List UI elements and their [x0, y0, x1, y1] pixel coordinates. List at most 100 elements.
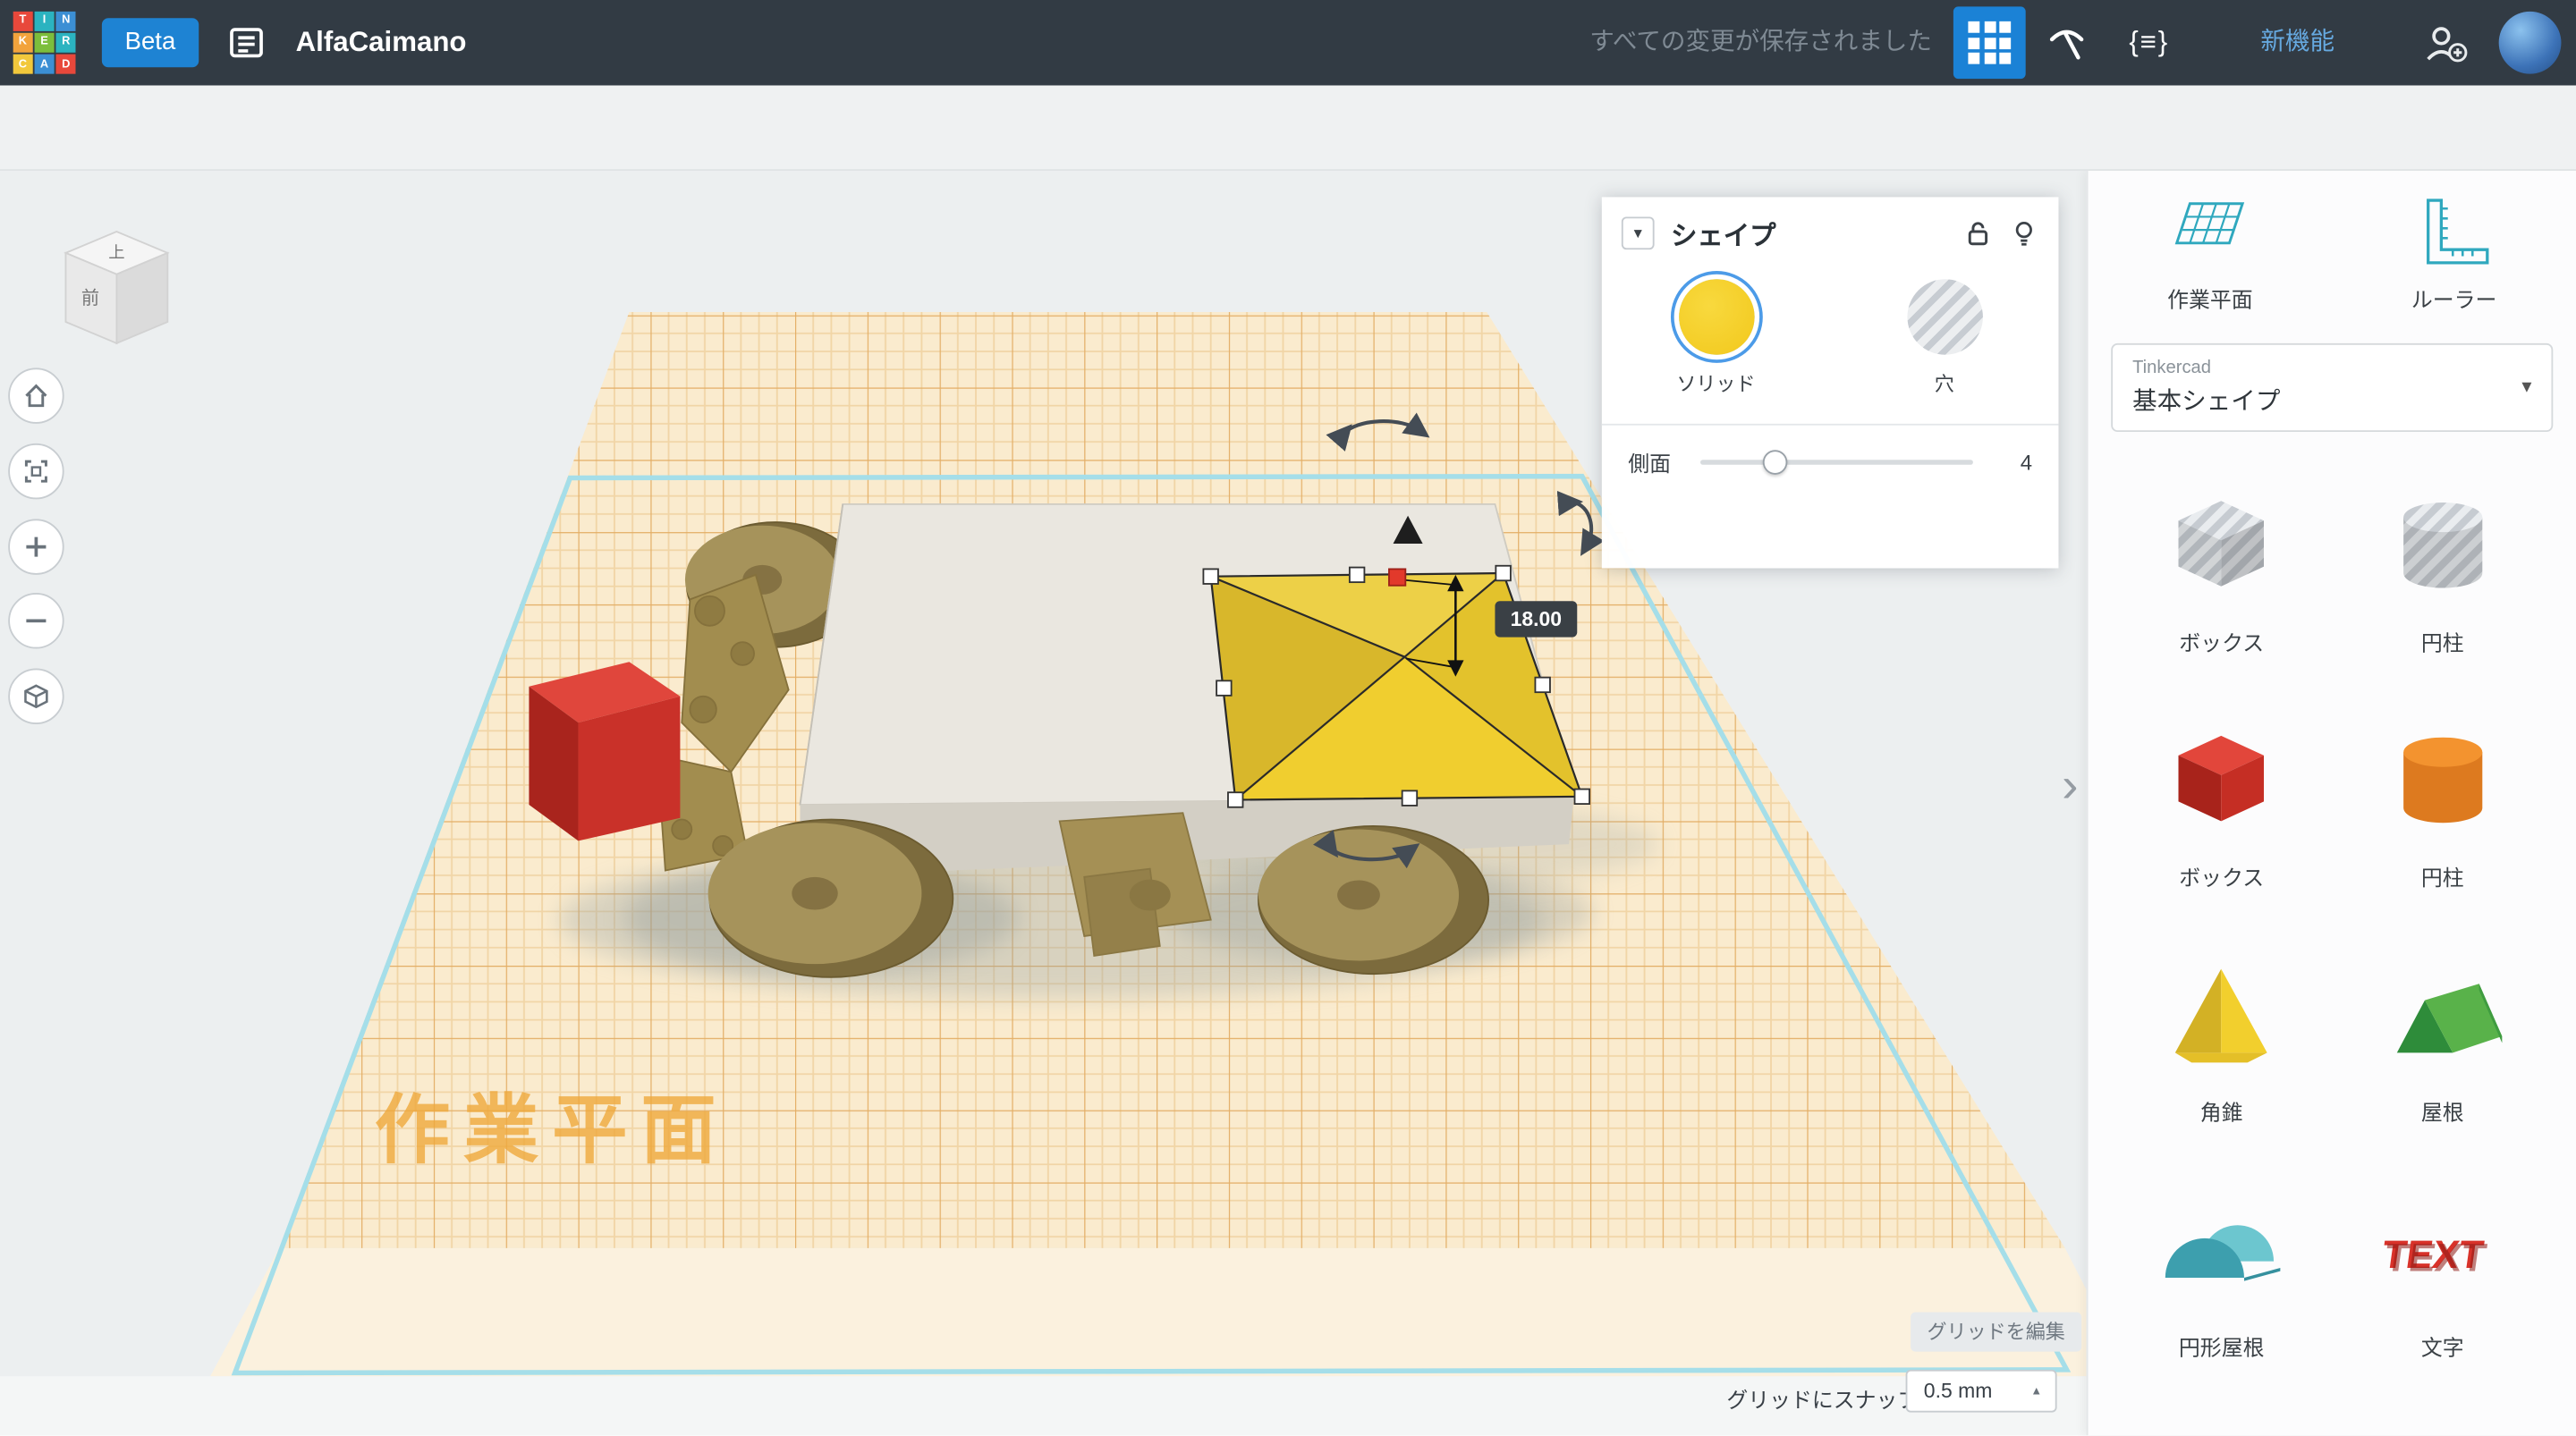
shape-tile-box-transparent[interactable]: ボックス [2123, 477, 2320, 656]
shape-tile-cylinder-orange[interactable]: 円柱 [2344, 713, 2541, 891]
codeblocks-icon[interactable]: {≡} [2129, 0, 2169, 86]
3d-editor-tab[interactable] [1953, 6, 2026, 80]
user-avatar[interactable] [2498, 11, 2562, 74]
shape-tile-pyramid-yellow[interactable]: 角錐 [2123, 948, 2320, 1127]
fit-view-button[interactable] [8, 443, 64, 500]
shape-label: 円形屋根 [2178, 1335, 2265, 1360]
orange-cylinder-icon [2402, 737, 2482, 824]
zoom-in-button[interactable] [8, 519, 64, 575]
logo-tile: R [56, 33, 76, 53]
red-box-shape[interactable] [529, 662, 681, 841]
red-box-icon [2178, 735, 2265, 822]
home-view-button[interactable] [8, 367, 64, 424]
logo-tile: C [13, 55, 33, 74]
shape-tile-roof-green[interactable]: 屋根 [2344, 948, 2541, 1127]
sidebar-collapse-chevron[interactable]: › [2062, 761, 2078, 811]
logo-tile: N [56, 11, 76, 31]
shape-tile-cylinder-transparent[interactable]: 円柱 [2344, 477, 2541, 656]
shape-label: 屋根 [2420, 1100, 2464, 1126]
slider-knob[interactable] [1762, 449, 1788, 474]
shape-tile-box-red[interactable]: ボックス [2123, 713, 2320, 891]
ruler-tool[interactable]: ルーラー [2332, 194, 2576, 314]
design-title[interactable]: AlfaCaimano [296, 0, 467, 86]
active-handle[interactable] [1388, 568, 1407, 587]
transparent-box-icon [2178, 501, 2265, 587]
viewcube-top-label: 上 [108, 242, 124, 261]
workplane-tool-label: 作業平面 [2167, 287, 2253, 312]
solid-swatch[interactable] [1678, 279, 1754, 355]
panel-collapse-button[interactable]: ▾ [1621, 216, 1655, 250]
viewcube-front-label: 前 [81, 288, 99, 308]
sides-value[interactable]: 4 [2003, 449, 2032, 474]
snap-grid-label: グリッドにスナップ [1726, 1388, 1919, 1413]
snap-caret-icon: ▲ [2030, 1385, 2043, 1398]
shape-label: 円柱 [2420, 630, 2464, 655]
svg-text:TEXT: TEXT [2382, 1237, 2488, 1280]
visibility-lightbulb-icon[interactable] [2009, 218, 2038, 248]
grid-icon [1968, 21, 2012, 64]
sides-label: 側面 [1628, 451, 1671, 476]
green-roof-icon [2396, 984, 2502, 1053]
shape-inspector-panel: ▾ シェイプ ソリッド 穴 側面 4 [1601, 197, 2059, 569]
fit-view-icon [24, 460, 47, 483]
shapes-sidebar: › 作業平面 ルーラー Tinkercad 基本シェイプ ▾ ボックス 円柱 ボ… [2062, 171, 2576, 1436]
minus-icon [26, 619, 47, 623]
round-roof-icon [2165, 1225, 2281, 1281]
sides-slider[interactable] [1700, 449, 1973, 474]
logo-tile: T [13, 11, 33, 31]
dimension-tooltip[interactable]: 18.00 [1495, 601, 1578, 638]
beta-button[interactable]: Beta [101, 18, 199, 68]
ruler-tool-label: ルーラー [2411, 287, 2497, 312]
zoom-out-button[interactable] [8, 593, 64, 649]
shape-gallery: ボックス 円柱 ボックス 円柱 角錐 屋根 円形屋根 TEXT TEXT 文字 [2088, 477, 2576, 1361]
hole-swatch[interactable] [1906, 279, 1983, 355]
workplane-icon [2175, 202, 2245, 245]
edit-grid-button[interactable]: グリッドを編集 [1911, 1312, 2082, 1352]
ruler-icon [2426, 199, 2489, 265]
tinkercad-logo[interactable]: T I N K E R C A D [13, 11, 76, 74]
logo-tile: K [13, 33, 33, 53]
perspective-cube-icon [24, 684, 48, 709]
perspective-toggle-button[interactable] [8, 668, 64, 724]
shape-label: ボックス [2179, 865, 2265, 891]
library-brand: Tinkercad [2132, 358, 2212, 378]
plus-icon [26, 536, 47, 557]
shape-label: 文字 [2420, 1335, 2464, 1360]
home-icon [25, 384, 47, 408]
hole-label: 穴 [1934, 372, 1954, 396]
view-cube[interactable]: 上 前 [43, 214, 191, 361]
car-left-wheel[interactable] [708, 818, 954, 978]
solid-label: ソリッド [1676, 372, 1756, 396]
workplane-watermark: 作業平面 [375, 1088, 730, 1172]
shape-tile-text-red[interactable]: TEXT TEXT 文字 [2344, 1182, 2541, 1361]
app-window: T I N K E R C A D Beta AlfaCaimano すべての変… [0, 0, 2576, 1436]
svg-text:18.00: 18.00 [1511, 607, 1562, 630]
action-toolbar [0, 85, 2576, 172]
top-navbar: T I N K E R C A D Beta AlfaCaimano すべての変… [0, 0, 2576, 86]
design-menu-icon[interactable] [226, 23, 266, 63]
chevron-down-icon: ▾ [2521, 374, 2532, 398]
save-status: すべての変更が保存されました [1589, 28, 1932, 56]
library-name: 基本シェイプ [2132, 387, 2281, 416]
solid-option[interactable]: ソリッド [1602, 279, 1830, 397]
snap-grid-value: 0.5 mm [1923, 1379, 1993, 1403]
car-right-wheel[interactable] [1258, 824, 1489, 976]
workplane-fade [210, 1247, 2087, 1377]
logo-tile: I [34, 11, 55, 31]
shape-label: ボックス [2179, 630, 2265, 655]
blocks-pickaxe-icon[interactable] [2046, 21, 2089, 64]
yellow-pyramid-icon [2175, 968, 2268, 1063]
transparent-cylinder-icon [2402, 503, 2482, 588]
shape-label: 角錐 [2199, 1100, 2243, 1126]
shape-label: 円柱 [2420, 865, 2464, 891]
workplane-tool[interactable]: 作業平面 [2088, 194, 2332, 314]
shape-library-select[interactable]: Tinkercad 基本シェイプ ▾ [2111, 342, 2554, 433]
invite-person-icon[interactable] [2421, 20, 2468, 65]
lock-icon[interactable] [1963, 218, 1993, 248]
new-features-link[interactable]: 新機能 [2260, 0, 2334, 86]
logo-tile: A [34, 55, 55, 74]
hole-option[interactable]: 穴 [1830, 279, 2058, 397]
snap-grid-select[interactable]: 0.5 mm ▲ [1905, 1369, 2057, 1413]
shape-tile-round-roof-cyan[interactable]: 円形屋根 [2123, 1182, 2320, 1361]
panel-title: シェイプ [1670, 223, 1776, 252]
